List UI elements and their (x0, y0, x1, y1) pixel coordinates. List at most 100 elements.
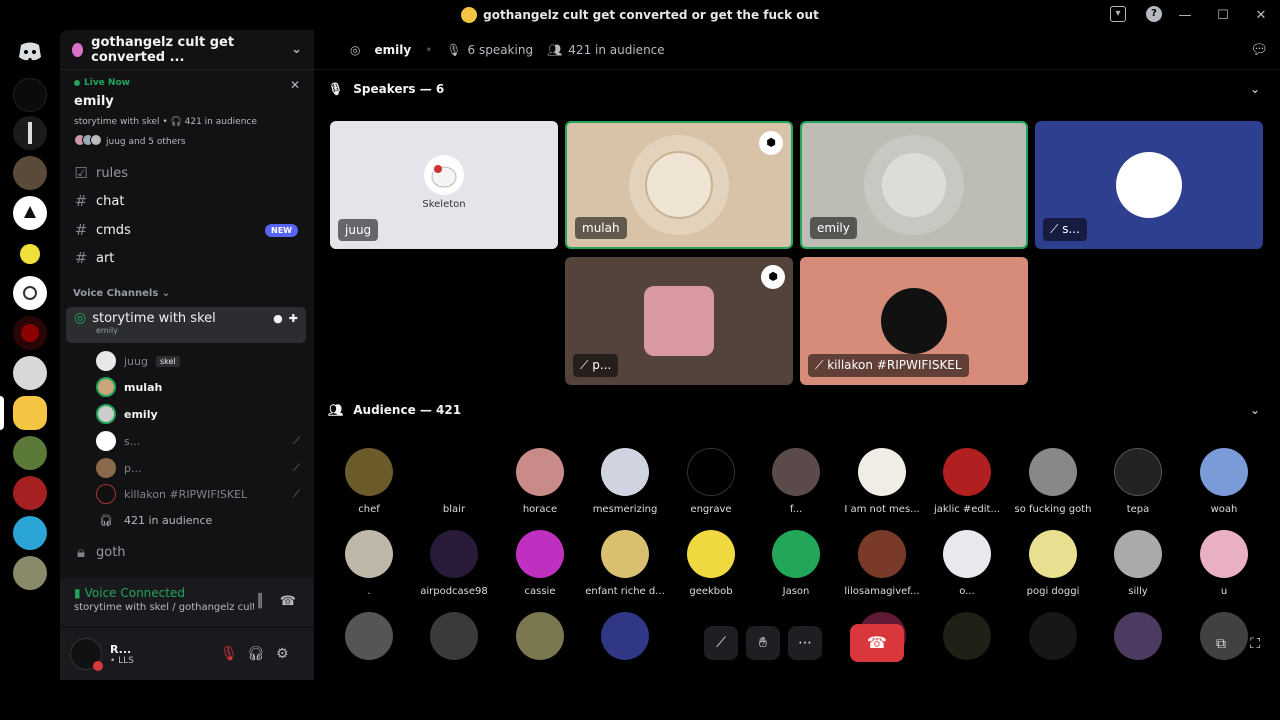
audience-member[interactable]: . (329, 530, 409, 597)
audience-member[interactable]: geekbob (671, 530, 751, 597)
voice-user-name: s... (124, 434, 141, 448)
voice-user[interactable]: mulah (96, 376, 306, 398)
server-icon[interactable] (13, 156, 47, 190)
audience-member[interactable]: woah (1184, 448, 1264, 515)
audience-member[interactable]: jaklic #edit... (927, 448, 1007, 515)
audience-member[interactable] (585, 612, 665, 660)
help-icon[interactable]: ? (1146, 6, 1162, 22)
mic-muted-icon[interactable]: ⟋ (704, 626, 738, 660)
speakers-section-header[interactable]: 🎙︎ Speakers — 6 ⌄ (328, 82, 1268, 96)
audience-member[interactable]: cassie (500, 530, 580, 597)
fullscreen-icon[interactable]: ⛶ (1250, 636, 1260, 652)
speaker-tile[interactable]: ⟋ killakon #RIPWIFISKEL (800, 257, 1028, 385)
popout-icon[interactable]: ⧉ (1216, 636, 1226, 652)
noise-suppression-icon[interactable]: ║ (256, 594, 264, 609)
server-icon[interactable] (13, 476, 47, 510)
audience-member[interactable]: f... (756, 448, 836, 515)
audience-name: engrave (690, 504, 732, 515)
close-icon[interactable]: ✕ (290, 78, 300, 92)
audience-count[interactable]: 🎧︎ 421 in audience (96, 509, 306, 531)
server-icon[interactable] (13, 196, 47, 230)
audience-member[interactable]: engrave (671, 448, 751, 515)
audience-member[interactable]: pogi doggi (1013, 530, 1093, 597)
home-icon[interactable] (13, 34, 47, 68)
audience-section-header[interactable]: 👥︎ Audience — 421 ⌄ (328, 403, 1268, 417)
audience-member[interactable]: I am not mes... (842, 448, 922, 515)
channel-rules[interactable]: ☑ rules (74, 162, 304, 184)
disconnect-icon[interactable]: ☎ (280, 594, 296, 609)
audience-member[interactable]: lilosamagivef... (842, 530, 922, 597)
audience-member[interactable] (927, 612, 1007, 660)
raise-hand-icon[interactable]: ✋︎ (746, 626, 780, 660)
server-icon[interactable] (13, 78, 47, 112)
audience-member[interactable]: mesmerizing (585, 448, 665, 515)
voice-channel-storytime[interactable]: ◎ storytime with skel ● ✚ emily (66, 307, 306, 343)
audience-member[interactable] (414, 612, 494, 660)
audience-member[interactable]: enfant riche d... (585, 530, 665, 597)
audience-member[interactable]: chef (329, 448, 409, 515)
audience-member[interactable] (329, 612, 409, 660)
channel-chat[interactable]: # chat (74, 190, 304, 212)
audience-member[interactable]: Jason (756, 530, 836, 597)
voice-user[interactable]: killakon #RIPWIFISKEL ⟋ (96, 483, 306, 505)
speaker-tile[interactable]: Skeleton juug (330, 121, 558, 249)
audience-member[interactable]: silly (1098, 530, 1178, 597)
more-options-icon[interactable]: ⋯ (788, 626, 822, 660)
mic-muted-icon[interactable]: 🎙︎ (220, 646, 238, 662)
server-icon[interactable] (13, 556, 47, 590)
invite-icon[interactable]: ✚ (289, 312, 298, 325)
audience-member[interactable] (1098, 612, 1178, 660)
headphones-icon[interactable]: 🎧︎ (247, 646, 265, 662)
chevron-down-icon[interactable]: ⌄ (1250, 82, 1260, 96)
avatar (645, 151, 713, 219)
gear-icon[interactable]: ⚙ (276, 646, 289, 662)
user-tag: skel (155, 355, 180, 367)
voice-user-name: killakon #RIPWIFISKEL (124, 487, 248, 501)
voice-user[interactable]: juug skel (96, 350, 306, 372)
speaker-tile[interactable]: ⟋ s... (1035, 121, 1263, 249)
server-icon[interactable] (13, 316, 47, 350)
audience-icon: 👥︎ (547, 42, 563, 57)
server-icon[interactable] (13, 516, 47, 550)
audience-member[interactable]: so fucking goth (1013, 448, 1093, 515)
voice-category-header[interactable]: Voice Channels ⌄ (73, 288, 170, 299)
audience-member[interactable]: tepa (1098, 448, 1178, 515)
audience-member[interactable]: o... (927, 530, 1007, 597)
speaker-tile[interactable]: ⬢ ⟋ p... (565, 257, 793, 385)
voice-user[interactable]: emily (96, 403, 306, 425)
voice-connected-status[interactable]: Voice Connected (85, 586, 185, 600)
avatar[interactable] (70, 638, 103, 671)
chat-icon[interactable]: 💬︎ (1250, 42, 1268, 58)
guild-name: gothangelz cult get converted ... (91, 34, 235, 65)
server-icon[interactable] (13, 436, 47, 470)
live-stage-card[interactable]: Live Now emily storytime with skel • 🎧 4… (68, 74, 306, 160)
channel-art[interactable]: # art (74, 247, 304, 269)
voice-user[interactable]: s... ⟋ (96, 430, 306, 452)
server-icon[interactable] (13, 116, 47, 150)
audience-member[interactable] (1013, 612, 1093, 660)
voice-user[interactable]: p... ⟋ (96, 457, 306, 479)
audience-member[interactable]: airpodcase98 (414, 530, 494, 597)
audience-member[interactable]: horace (500, 448, 580, 515)
maximize-icon[interactable]: ☐ (1204, 8, 1242, 23)
server-icon[interactable] (13, 396, 47, 430)
stage-icon: ◎ (350, 42, 361, 57)
speaker-tile[interactable]: ⬢ mulah (565, 121, 793, 249)
audience-member[interactable]: blair (414, 448, 494, 515)
inbox-icon[interactable]: ▾ (1110, 6, 1126, 22)
server-icon[interactable] (13, 236, 47, 270)
server-icon[interactable] (13, 276, 47, 310)
chevron-down-icon[interactable]: ⌄ (1250, 403, 1260, 417)
minimize-icon[interactable]: — (1166, 8, 1204, 23)
audience-member[interactable] (500, 612, 580, 660)
guild-header[interactable]: gothangelz cult get converted ... ⌄ (60, 30, 314, 70)
channel-goth[interactable]: 🔒︎ goth (74, 541, 304, 563)
leave-stage-button[interactable]: ☎ (850, 624, 904, 662)
close-window-icon[interactable]: ✕ (1242, 8, 1280, 23)
voice-connected-location[interactable]: storytime with skel / gothangelz cult ge… (74, 602, 254, 613)
server-icon[interactable] (13, 356, 47, 390)
speaker-tile[interactable]: emily (800, 121, 1028, 249)
audience-member[interactable]: u (1184, 530, 1264, 597)
channel-cmds[interactable]: # cmds NEW (74, 219, 304, 241)
chat-bubble-icon[interactable]: ● (273, 312, 283, 325)
